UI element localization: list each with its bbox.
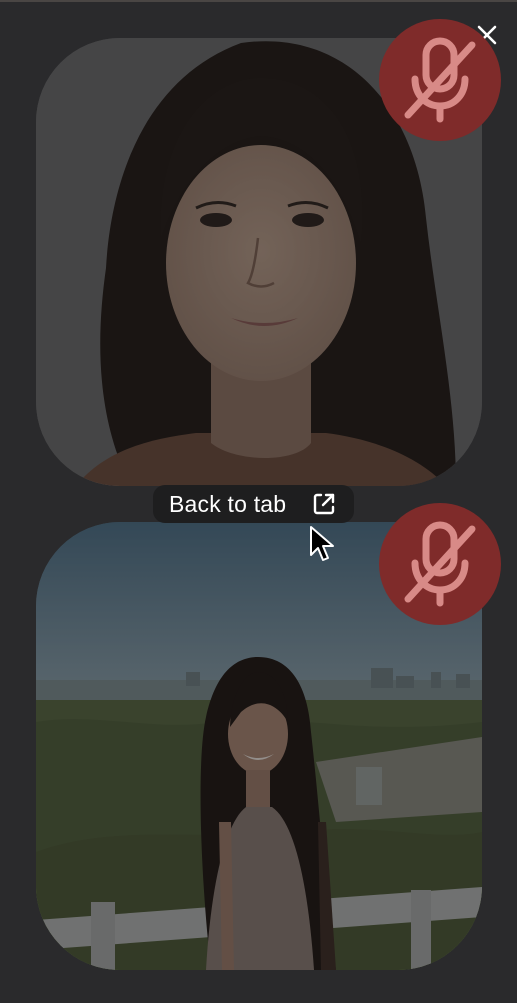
- window-top-edge: [0, 0, 517, 2]
- video-overlay-window: Back to tab: [0, 0, 517, 1003]
- participant-2-mute-indicator[interactable]: [379, 503, 501, 625]
- open-external-icon: [310, 490, 338, 518]
- microphone-muted-icon: [379, 19, 501, 141]
- microphone-muted-icon: [379, 503, 501, 625]
- participant-1-mute-indicator[interactable]: [379, 19, 501, 141]
- back-to-tab-button[interactable]: Back to tab: [153, 485, 355, 523]
- back-to-tab-label: Back to tab: [169, 490, 287, 517]
